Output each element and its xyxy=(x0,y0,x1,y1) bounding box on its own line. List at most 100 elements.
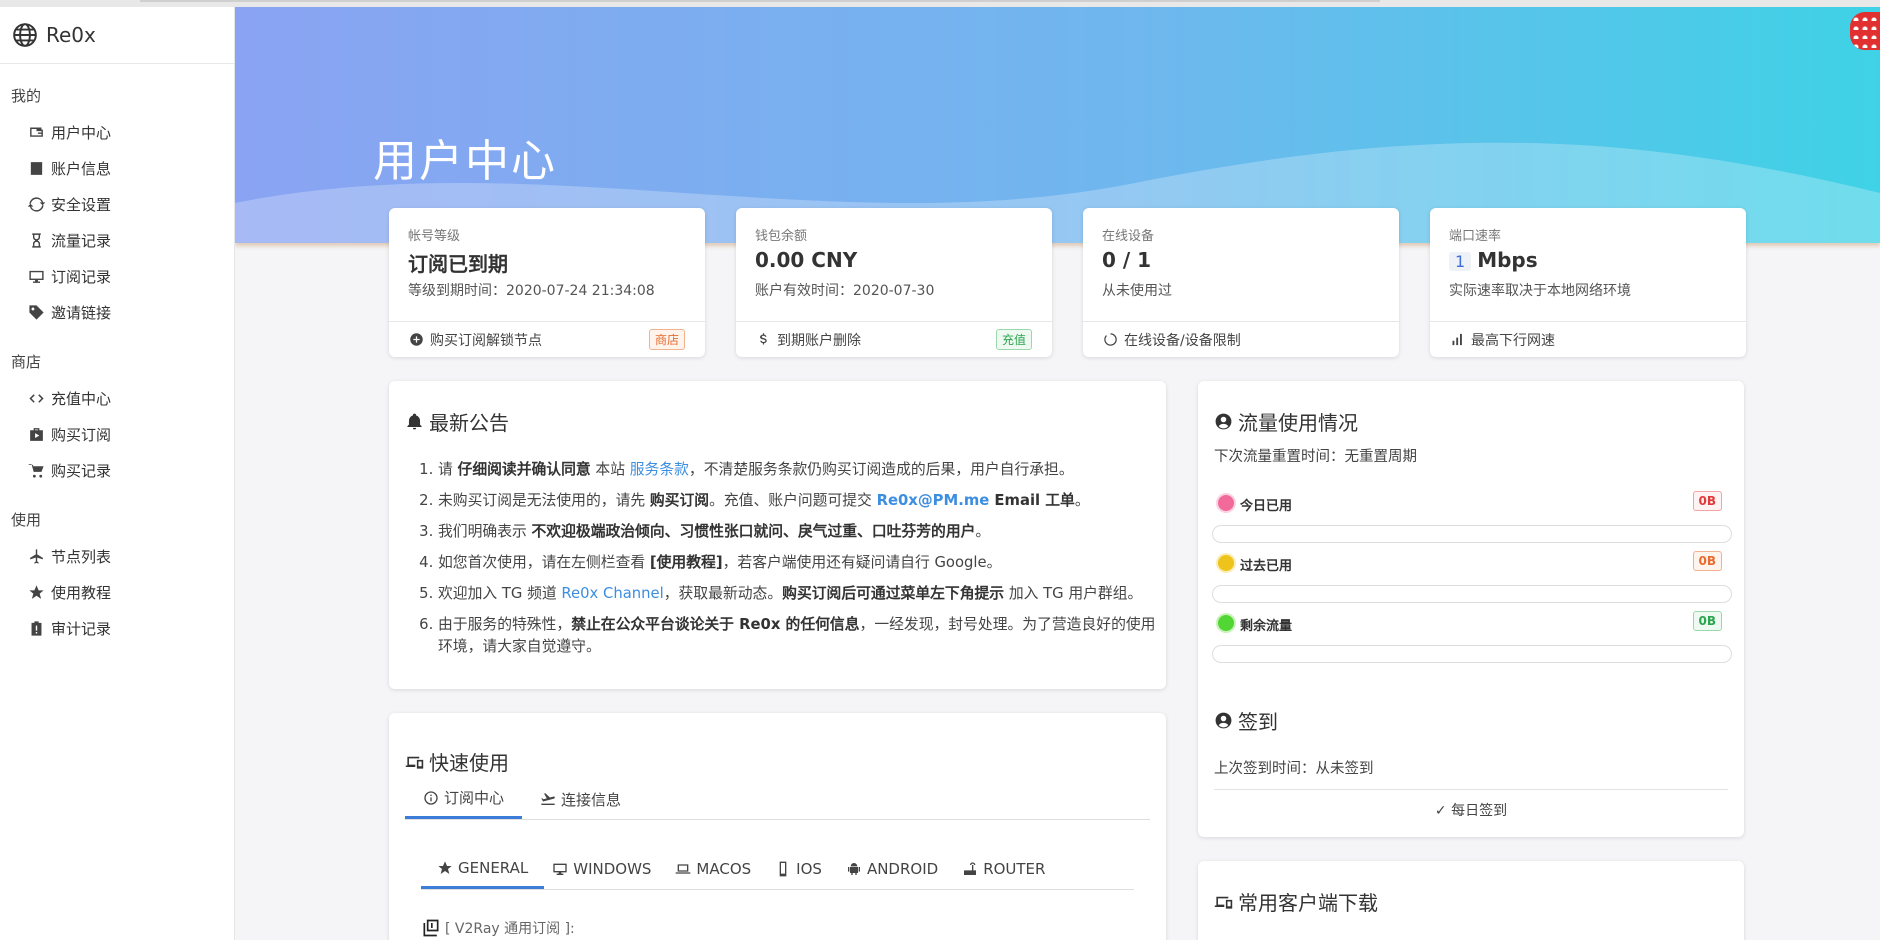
sidebar-item-buy[interactable]: 购买订阅 xyxy=(0,416,234,452)
sidebar-item-account-info[interactable]: 账户信息 xyxy=(0,150,234,186)
traffic-progress-bar xyxy=(1212,645,1732,663)
wallet-icon xyxy=(30,127,43,137)
traffic-progress-bar xyxy=(1212,525,1732,543)
sidebar-item-invite[interactable]: 邀请链接 xyxy=(0,294,234,330)
sidebar-item-label: 邀请链接 xyxy=(51,303,112,322)
card-label: 钱包余额 xyxy=(755,229,808,244)
quick-use-panel: 快速使用 订阅中心 连接信息 GENERAL WINDOWS MACOS IOS… xyxy=(389,713,1166,940)
android-icon xyxy=(847,862,860,875)
copy-icon[interactable] xyxy=(421,918,441,938)
sidebar-item-traffic-log[interactable]: 流量记录 xyxy=(0,222,234,258)
card-value: 0.00 CNY xyxy=(755,248,858,272)
sidebar-item-audit[interactable]: 审计记录 xyxy=(0,610,234,646)
clipboard-alert-icon xyxy=(31,620,42,636)
terms-link[interactable]: 服务条款 xyxy=(630,461,689,478)
sidebar-item-label: 使用教程 xyxy=(51,583,112,602)
daily-checkin-button[interactable]: ✓ 每日签到 xyxy=(1198,800,1744,820)
brand[interactable]: Re0x xyxy=(0,7,234,64)
card-sub: 实际速率取决于本地网络环境 xyxy=(1449,283,1631,299)
tab-macos[interactable]: MACOS xyxy=(659,849,767,889)
sidebar-item-label: 账户信息 xyxy=(51,159,112,178)
recharge-badge[interactable]: 充值 xyxy=(995,329,1032,350)
quick-use-title: 快速使用 xyxy=(405,747,509,776)
devices-icon xyxy=(405,756,424,769)
last-checkin: 上次签到时间：从未签到 xyxy=(1214,761,1374,777)
speed-unit: Mbps xyxy=(1477,248,1538,272)
cart-icon xyxy=(28,463,44,478)
avatar[interactable] xyxy=(1850,12,1880,50)
tab-subscribe-center[interactable]: 订阅中心 xyxy=(405,779,523,819)
star-icon xyxy=(438,860,452,874)
bar-chart-icon xyxy=(1452,333,1462,346)
divider xyxy=(1214,789,1728,790)
tab-ios[interactable]: IOS xyxy=(767,849,830,889)
card-value: 订阅已到期 xyxy=(408,252,508,276)
traffic-reset-time: 下次流量重置时间：无重置周期 xyxy=(1214,449,1417,465)
tab-android[interactable]: ANDROID xyxy=(830,849,954,889)
card-footer: 在线设备/设备限制 xyxy=(1083,321,1399,357)
tab-connection-info[interactable]: 连接信息 xyxy=(522,779,639,819)
loading-circle-icon xyxy=(1104,333,1117,346)
router-icon xyxy=(964,862,977,875)
card-sub: 账户有效时间：2020-07-30 xyxy=(755,283,935,299)
sync-icon xyxy=(28,196,45,212)
section-my: 我的 xyxy=(11,87,42,105)
announcement-item: 我们明确表示 不欢迎极端政治倾向、习惯性张口就问、戾气过重、口吐芬芳的用户。 xyxy=(438,521,1158,543)
id-card-icon xyxy=(30,161,43,175)
laptop-icon xyxy=(676,864,691,874)
card-wallet: 钱包余额 0.00 CNY 账户有效时间：2020-07-30 到期账户删除 充… xyxy=(736,208,1052,357)
sidebar-item-label: 购买记录 xyxy=(51,461,112,480)
announcement-title: 最新公告 xyxy=(405,407,509,436)
email-link[interactable]: Re0x@PM.me xyxy=(877,492,990,509)
sidebar-item-label: 充值中心 xyxy=(51,389,112,408)
sidebar-item-recharge[interactable]: 充值中心 xyxy=(0,380,234,416)
sidebar-item-security[interactable]: 安全设置 xyxy=(0,186,234,222)
tab-router[interactable]: ROUTER xyxy=(954,849,1053,889)
announcement-list: 请 仔细阅读并确认同意 本站 服务条款，不清楚服务条款仍购买订阅造成的后果，用户… xyxy=(438,459,1158,667)
card-footer-text: 购买订阅解锁节点 xyxy=(430,332,542,349)
card-sub: 等级到期时间：2020-07-24 21:34:08 xyxy=(408,283,655,299)
card-footer-text: 在线设备/设备限制 xyxy=(1124,332,1241,349)
info-circle-icon xyxy=(424,790,438,805)
quick-tabs: 订阅中心 连接信息 xyxy=(405,779,1150,820)
account-circle-icon xyxy=(1215,413,1232,430)
announcement-panel: 最新公告 请 仔细阅读并确认同意 本站 服务条款，不清楚服务条款仍购买订阅造成的… xyxy=(389,381,1166,689)
airplane-icon xyxy=(30,548,43,564)
star-icon xyxy=(29,584,44,599)
sidebar-item-label: 订阅记录 xyxy=(51,267,112,286)
airplane-takeoff-icon xyxy=(541,793,555,805)
yellow-dot-icon xyxy=(1218,555,1234,571)
card-port-speed: 端口速率 1 Mbps 实际速率取决于本地网络环境 最高下行网速 xyxy=(1430,208,1746,357)
card-label: 帐号等级 xyxy=(408,229,461,244)
sidebar-item-purchase-log[interactable]: 购买记录 xyxy=(0,452,234,488)
sidebar-item-label: 安全设置 xyxy=(51,195,112,214)
plus-circle-icon xyxy=(410,333,423,346)
sidebar: Re0x 我的 用户中心 账户信息 安全设置 流量记录 订阅记录 邀请链接 商店… xyxy=(0,7,235,940)
green-dot-icon xyxy=(1218,615,1234,631)
announcement-item: 由于服务的特殊性，禁止在公众平台谈论关于 Re0x 的任何信息，一经发现，封号处… xyxy=(438,614,1158,658)
sidebar-item-nodes[interactable]: 节点列表 xyxy=(0,538,234,574)
sidebar-item-label: 流量记录 xyxy=(51,231,112,250)
card-footer: 购买订阅解锁节点 商店 xyxy=(389,321,705,357)
card-footer: 到期账户删除 充值 xyxy=(736,321,1052,357)
scrollbar-track xyxy=(140,0,1380,2)
announcement-item: 请 仔细阅读并确认同意 本站 服务条款，不清楚服务条款仍购买订阅造成的后果，用户… xyxy=(438,459,1158,481)
announcement-item: 未购买订阅是无法使用的，请先 购买订阅。充值、账户问题可提交 Re0x@PM.m… xyxy=(438,490,1158,512)
subscribe-label: [ V2Ray 通用订阅 ]: xyxy=(421,918,575,938)
sidebar-item-tutorial[interactable]: 使用教程 xyxy=(0,574,234,610)
sidebar-item-user-center[interactable]: 用户中心 xyxy=(0,114,234,150)
card-footer-text: 最高下行网速 xyxy=(1471,332,1555,349)
card-value: 1 Mbps xyxy=(1449,248,1538,272)
traffic-value-badge: 0B xyxy=(1692,491,1722,511)
tab-general[interactable]: GENERAL xyxy=(421,849,545,889)
sidebar-item-label: 用户中心 xyxy=(51,123,112,142)
shop-badge[interactable]: 商店 xyxy=(648,329,685,350)
monitor-icon xyxy=(29,270,44,283)
browser-top-strip xyxy=(0,0,1880,7)
tg-channel-link[interactable]: Re0x Channel xyxy=(561,585,663,602)
tab-windows[interactable]: WINDOWS xyxy=(544,849,659,889)
tag-icon xyxy=(29,304,44,320)
account-circle-icon xyxy=(1215,712,1232,729)
sidebar-item-subscribe-log[interactable]: 订阅记录 xyxy=(0,258,234,294)
globe-icon xyxy=(13,23,37,47)
